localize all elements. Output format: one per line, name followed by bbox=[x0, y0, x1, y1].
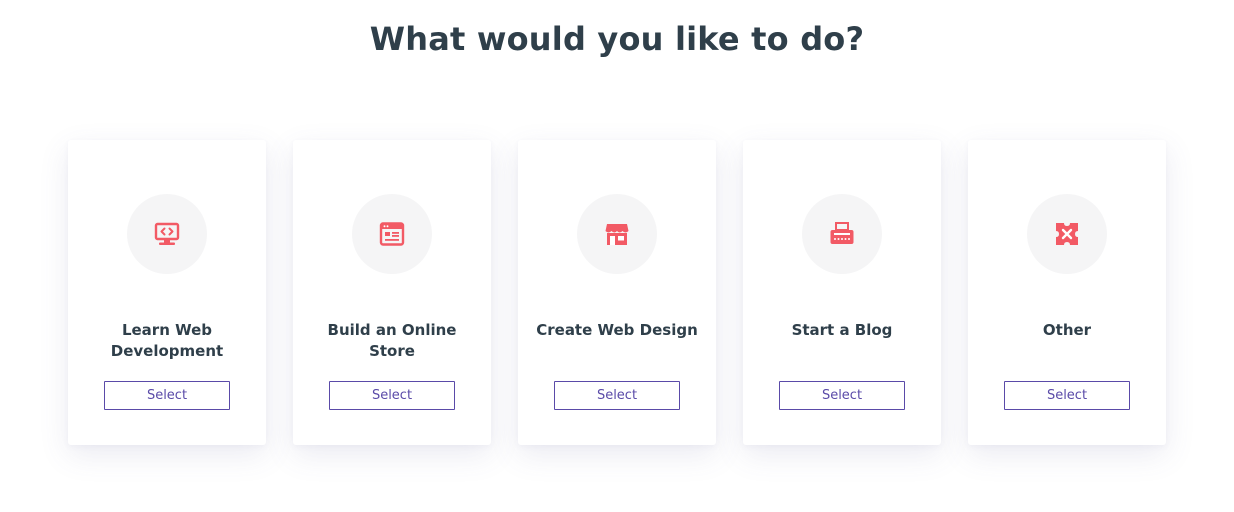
puzzle-icon bbox=[1053, 220, 1081, 248]
icon-circle bbox=[577, 194, 657, 274]
select-button[interactable]: Select bbox=[554, 381, 680, 410]
icon-circle bbox=[802, 194, 882, 274]
icon-circle bbox=[1027, 194, 1107, 274]
icon-circle bbox=[127, 194, 207, 274]
select-button[interactable]: Select bbox=[104, 381, 230, 410]
card-title: Learn Web Development bbox=[110, 321, 224, 360]
select-button[interactable]: Select bbox=[1004, 381, 1130, 410]
option-card-learn-web-development[interactable]: Learn Web Development Select bbox=[68, 140, 266, 445]
card-title: Start a Blog bbox=[791, 321, 893, 339]
monitor-code-icon bbox=[153, 220, 181, 248]
card-title: Build an Online Store bbox=[327, 321, 457, 360]
page: What would you like to do? Learn Web Dev… bbox=[0, 0, 1234, 512]
select-button[interactable]: Select bbox=[329, 381, 455, 410]
card-title: Create Web Design bbox=[536, 321, 698, 339]
option-cards: Learn Web Development Select Build an On… bbox=[68, 140, 1166, 445]
option-card-create-web-design[interactable]: Create Web Design Select bbox=[518, 140, 716, 445]
select-button[interactable]: Select bbox=[779, 381, 905, 410]
icon-circle bbox=[352, 194, 432, 274]
browser-window-icon bbox=[378, 220, 406, 248]
storefront-icon bbox=[603, 220, 631, 248]
option-card-build-online-store[interactable]: Build an Online Store Select bbox=[293, 140, 491, 445]
page-heading: What would you like to do? bbox=[369, 20, 865, 58]
typewriter-icon bbox=[828, 220, 856, 248]
option-card-other[interactable]: Other Select bbox=[968, 140, 1166, 445]
card-title: Other bbox=[1042, 321, 1092, 339]
option-card-start-a-blog[interactable]: Start a Blog Select bbox=[743, 140, 941, 445]
